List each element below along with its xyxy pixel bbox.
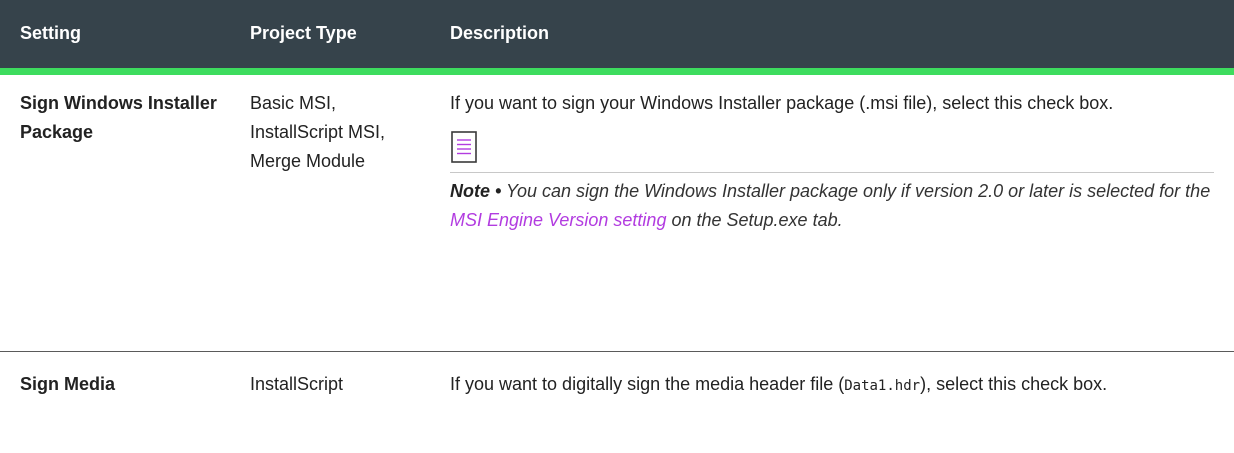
project-type-text: InstallScript [250,373,344,394]
description-code: Data1.hdr [844,377,921,394]
column-header-description: Description [432,0,1234,75]
note-text-after: on the Setup.exe tab. [666,209,843,230]
note-text: Note • You can sign the Windows Installe… [450,177,1214,235]
column-header-project-type: Project Type [232,0,432,75]
note-text-before: You can sign the Windows Installer packa… [501,180,1211,201]
table-row: Sign Media InstallScript If you want to … [0,351,1234,401]
project-type-text: Basic MSI, InstallScript MSI, Merge Modu… [250,92,386,171]
setting-name: Sign Media [20,373,116,394]
setting-cell: Sign Windows Installer Package [0,71,232,352]
setting-cell: Sign Media [0,351,232,401]
note-icon [450,130,478,164]
description-cell: If you want to digitally sign the media … [432,351,1234,401]
project-type-cell: InstallScript [232,351,432,401]
description-text-after: ), select this check box. [920,373,1108,394]
project-type-cell: Basic MSI, InstallScript MSI, Merge Modu… [232,71,432,352]
description-text: If you want to sign your Windows Install… [450,92,1114,113]
setting-name: Sign Windows Installer Package [20,92,217,142]
settings-table: Setting Project Type Description Sign Wi… [0,0,1234,401]
note-label: Note • [450,180,502,201]
msi-engine-version-link[interactable]: MSI Engine Version setting [450,210,666,230]
description-text: If you want to digitally sign the media … [450,370,1214,401]
note-divider [450,171,1214,173]
description-text-before: If you want to digitally sign the media … [450,373,845,394]
column-header-setting: Setting [0,0,232,75]
description-cell: If you want to sign your Windows Install… [432,71,1234,352]
table-row: Sign Windows Installer Package Basic MSI… [0,71,1234,352]
table-header-row: Setting Project Type Description [0,0,1234,75]
